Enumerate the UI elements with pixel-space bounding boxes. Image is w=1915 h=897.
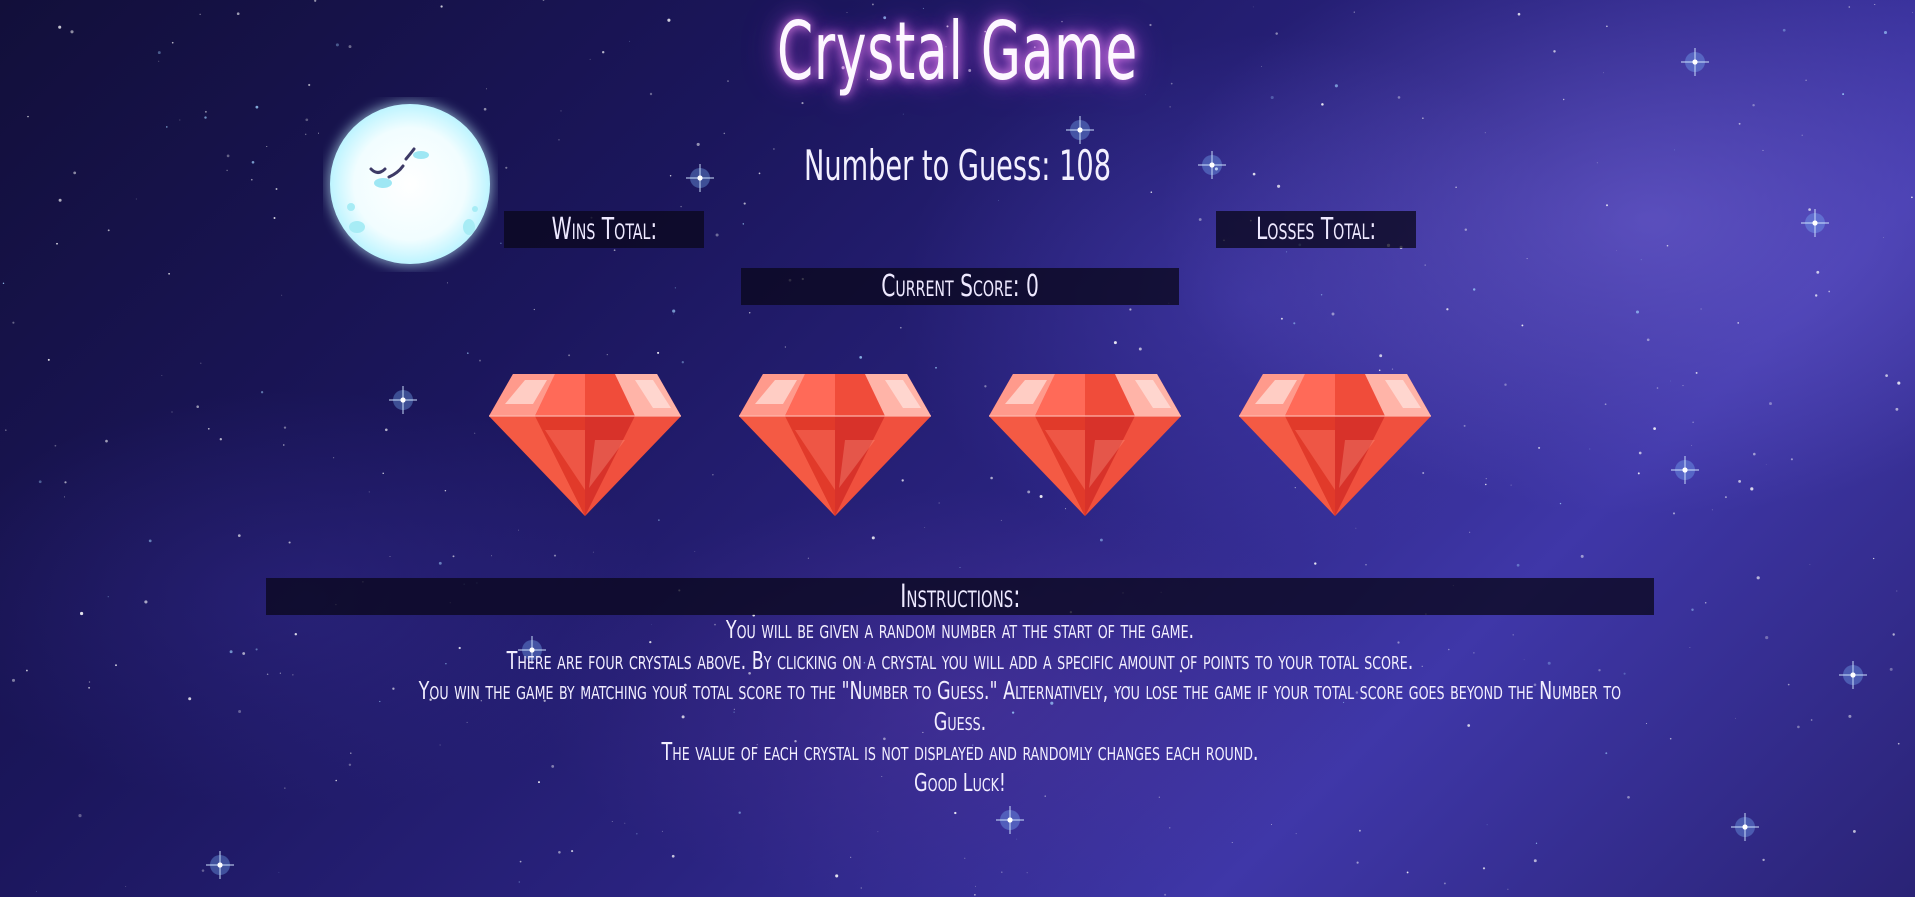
instructions-heading: Instructions:	[899, 577, 1021, 615]
game-title: Crystal Game	[777, 5, 1138, 98]
losses-total-label: Losses Total:	[1255, 212, 1377, 247]
crystal-button-3[interactable]	[985, 370, 1185, 520]
instructions-heading-panel: Instructions:	[266, 578, 1654, 615]
wins-total-label: Wins Total:	[551, 212, 657, 247]
instruction-line: The value of each crystal is not display…	[661, 737, 1259, 766]
wins-total-panel: Wins Total:	[504, 211, 704, 248]
current-score-panel: Current Score: 0	[741, 268, 1179, 305]
instruction-line: Good Luck!	[914, 767, 1006, 797]
losses-total-panel: Losses Total:	[1216, 211, 1416, 248]
instruction-line: You will be given a random number at the…	[725, 615, 1195, 644]
current-score-label: Current Score: 0	[881, 269, 1039, 304]
crystal-button-1[interactable]	[485, 370, 685, 520]
number-to-guess: Number to Guess: 108	[803, 141, 1112, 190]
instructions-body: You will be given a random number at the…	[266, 615, 1654, 798]
instruction-line: You win the game by matching your total …	[418, 676, 1622, 705]
instruction-line: Guess.	[933, 706, 987, 736]
crystal-button-4[interactable]	[1235, 370, 1435, 520]
crystal-button-2[interactable]	[735, 370, 935, 520]
instruction-line: There are four crystals above. By clicki…	[506, 645, 1414, 675]
